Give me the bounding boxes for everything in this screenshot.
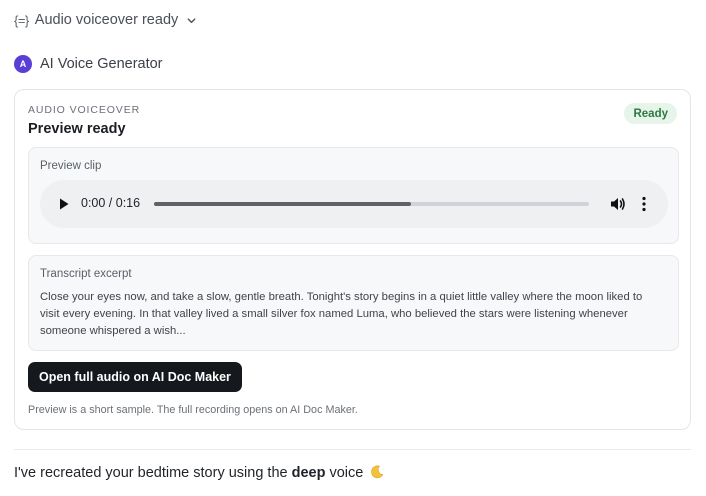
audio-time: 0:00 / 0:16: [81, 196, 141, 210]
transcript-panel: Transcript excerpt Close your eyes now, …: [28, 255, 679, 351]
transcript-label: Transcript excerpt: [40, 268, 132, 280]
more-options-icon[interactable]: [641, 195, 647, 218]
agent-name: AI Voice Generator: [40, 56, 163, 72]
tool-status-toggle[interactable]: {=} Audio voiceover ready: [14, 12, 197, 28]
divider: [14, 449, 691, 450]
volume-icon[interactable]: [609, 195, 627, 218]
agent-avatar: A: [14, 55, 32, 73]
audio-progress-fill: [154, 202, 411, 206]
transcript-text: Close your eyes now, and take a slow, ge…: [40, 291, 643, 337]
play-icon[interactable]: [58, 197, 70, 216]
tool-status-label: Audio voiceover ready: [34, 12, 179, 28]
audio-player[interactable]: 0:00 / 0:16: [40, 180, 668, 228]
preview-panel: Preview clip 0:00 / 0:16: [28, 147, 679, 244]
braces-icon: {=}: [14, 12, 29, 28]
message-text-before: I've recreated your bedtime story using …: [14, 465, 292, 481]
preview-label: Preview clip: [40, 160, 102, 172]
message-text-after: voice: [325, 465, 364, 481]
open-full-audio-button[interactable]: Open full audio on AI Doc Maker: [28, 362, 242, 392]
audio-progress-bar[interactable]: [154, 202, 589, 206]
card-title: Preview ready: [28, 121, 126, 137]
card-footnote: Preview is a short sample. The full reco…: [28, 404, 358, 416]
chevron-down-icon: [186, 15, 197, 26]
agent-header: A AI Voice Generator: [14, 55, 163, 73]
message-emphasis: deep: [291, 465, 326, 481]
chat-window: {=} Audio voiceover ready A AI Voice Gen…: [0, 0, 706, 496]
voiceover-card: AUDIO VOICEOVER Preview ready Ready Prev…: [14, 89, 691, 430]
card-eyebrow: AUDIO VOICEOVER: [28, 104, 141, 116]
assistant-message: I've recreated your bedtime story using …: [14, 465, 384, 483]
crescent-moon-icon: [370, 465, 384, 483]
status-badge: Ready: [624, 103, 677, 124]
